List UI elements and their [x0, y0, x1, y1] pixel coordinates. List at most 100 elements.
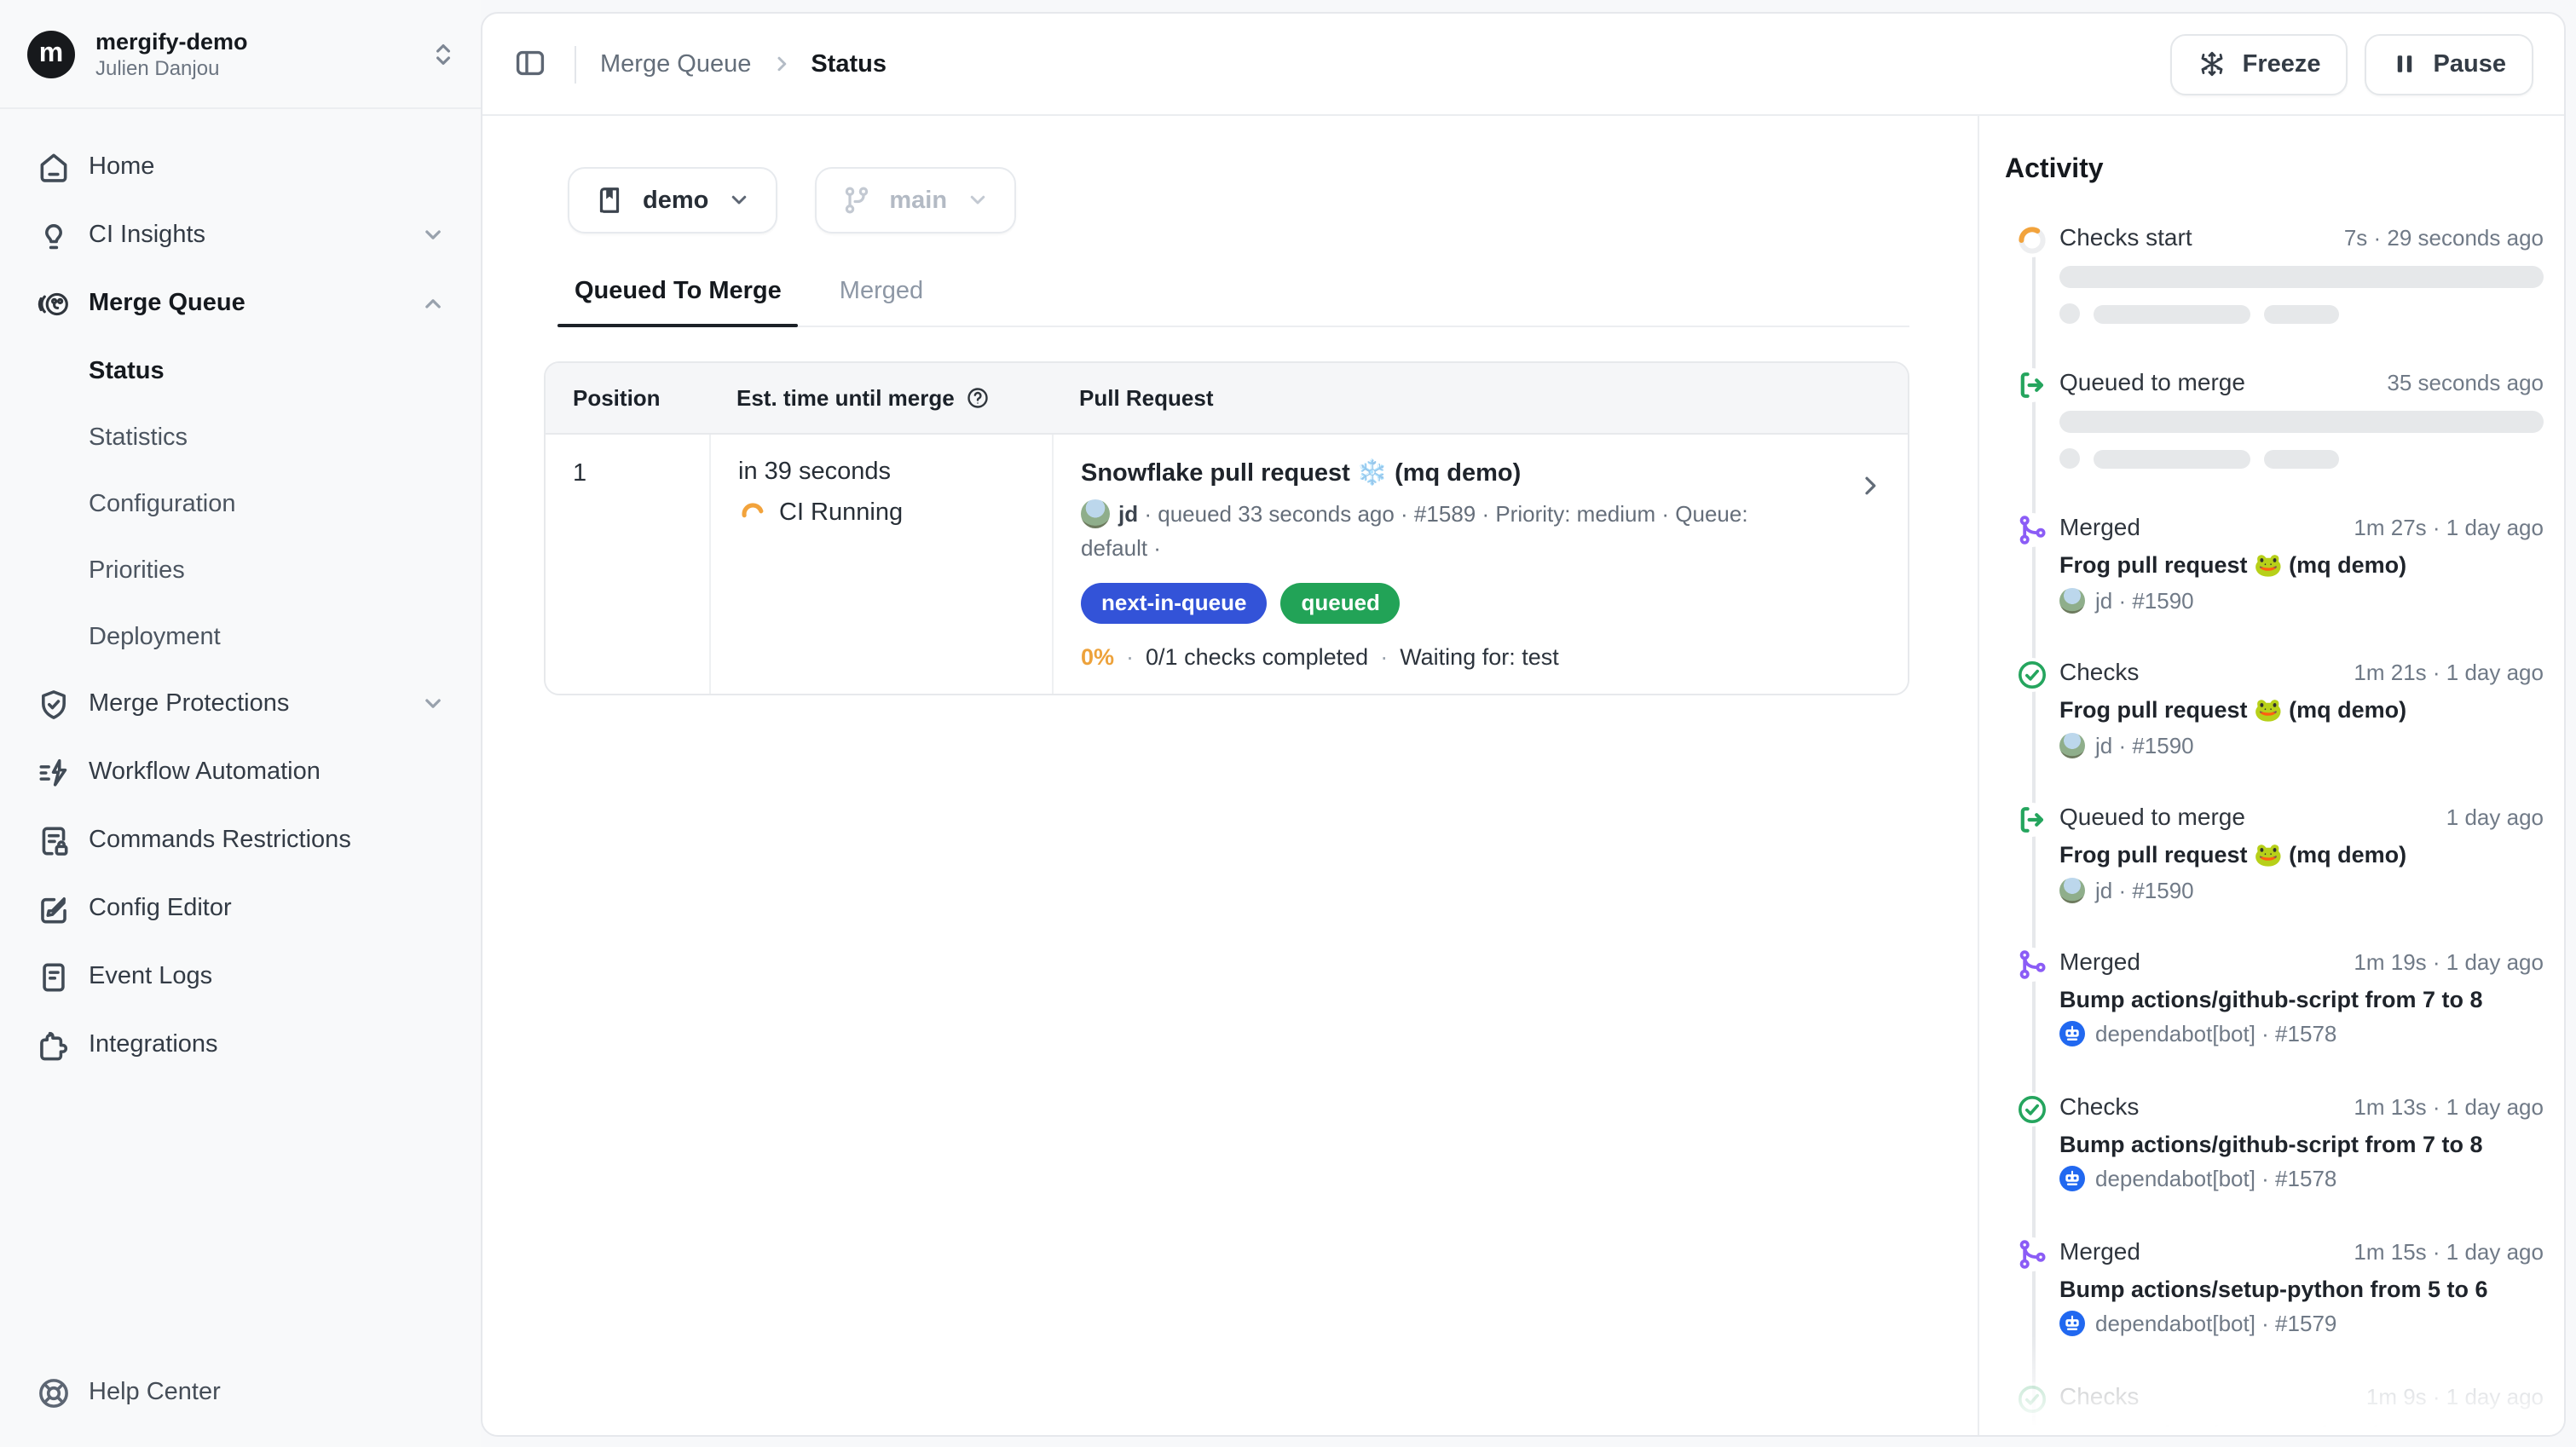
- sidebar-item-ci-insights[interactable]: CI Insights: [17, 201, 464, 269]
- pr-label-badge[interactable]: queued: [1280, 584, 1400, 625]
- sidebar-subitem-deployment[interactable]: Deployment: [17, 603, 464, 670]
- sidebar-item-label: Event Logs: [89, 963, 447, 990]
- activity-label: Checks: [2059, 658, 2139, 685]
- activity-pr-title[interactable]: Frog pull request 🐸 (mq demo): [2059, 552, 2544, 579]
- sidebar-item-config-editor[interactable]: Config Editor: [17, 874, 464, 943]
- activity-pr-title[interactable]: Bump actions/github-script from 7 to 8: [2059, 987, 2544, 1012]
- queue-row[interactable]: 1 in 39 seconds CI Running: [546, 435, 1908, 695]
- table-header: Position Est. time until merge: [546, 363, 1908, 435]
- activity-time: 1m 9s · 1 day ago: [2366, 1384, 2544, 1410]
- shield-check-icon: [34, 685, 72, 723]
- queue-icon: [2015, 368, 2049, 402]
- card-header: Merge Queue Status Freeze: [482, 14, 2564, 116]
- chevron-up-icon: [419, 290, 447, 317]
- checks-completed: 0/1 checks completed: [1146, 645, 1368, 671]
- sidebar-subitem-configuration[interactable]: Configuration: [17, 470, 464, 537]
- activity-pr-meta: dependabot[bot] · #1578: [2059, 1021, 2544, 1046]
- activity-time: 1m 13s · 1 day ago: [2354, 1094, 2544, 1120]
- org-switcher[interactable]: m mergify-demo Julien Danjou: [0, 0, 481, 109]
- queue-tabs: Queued To Merge Merged: [557, 278, 1909, 327]
- author-avatar: [2059, 588, 2085, 614]
- help-circle-icon[interactable]: [965, 385, 991, 411]
- tab-queued-to-merge[interactable]: Queued To Merge: [557, 278, 799, 326]
- sidebar-item-merge-queue[interactable]: Merge Queue: [17, 269, 464, 337]
- dependabot-icon: [2059, 1311, 2085, 1336]
- selector-icon: [430, 40, 457, 67]
- activity-item[interactable]: Queued to merge 35 seconds ago: [2005, 368, 2544, 513]
- check-icon: [2015, 658, 2049, 692]
- activity-item[interactable]: Merged 1m 27s · 1 day ago Frog pull requ…: [2005, 513, 2544, 658]
- activity-pr-title[interactable]: Bump actions/setup-python from 5 to 6: [2059, 1277, 2544, 1302]
- sidebar-item-label: Home: [89, 153, 447, 181]
- sidebar-item-commands-restrictions[interactable]: Commands Restrictions: [17, 806, 464, 874]
- pr-checks-line: 0% · 0/1 checks completed · Waiting for:…: [1081, 645, 1880, 671]
- sidebar-item-integrations[interactable]: Integrations: [17, 1011, 464, 1079]
- activity-pr-meta: dependabot[bot] · #1578: [2059, 1166, 2544, 1191]
- chevron-down-icon: [725, 187, 751, 213]
- activity-item[interactable]: Merged 1m 15s · 1 day ago Bump actions/s…: [2005, 1237, 2544, 1382]
- activity-label: Merged: [2059, 1237, 2140, 1265]
- activity-item[interactable]: Merged 1m 19s · 1 day ago Bump actions/g…: [2005, 948, 2544, 1092]
- activity-pr-meta: dependabot[bot] · #1579: [2059, 1311, 2544, 1336]
- pr-label-badge[interactable]: next-in-queue: [1081, 584, 1267, 625]
- dependabot-icon: [2059, 1166, 2085, 1191]
- sidebar-item-label: Integrations: [89, 1031, 447, 1058]
- breadcrumb-parent[interactable]: Merge Queue: [600, 50, 751, 78]
- activity-pr-title[interactable]: Bump actions/setup-python from 5 to 6: [2059, 1421, 2544, 1437]
- merge-icon: [2015, 1237, 2049, 1271]
- freeze-label: Freeze: [2243, 50, 2321, 78]
- lightbulb-icon: [34, 216, 72, 254]
- author-avatar: [1081, 499, 1110, 528]
- activity-pr-meta: jd · #1590: [2059, 878, 2544, 903]
- org-owner: Julien Danjou: [95, 55, 430, 79]
- activity-list: Checks start 7s · 29 seconds ago Queued …: [2005, 223, 2544, 1437]
- activity-pr-title[interactable]: Bump actions/github-script from 7 to 8: [2059, 1132, 2544, 1157]
- sidebar-item-merge-protections[interactable]: Merge Protections: [17, 670, 464, 738]
- repository-select[interactable]: demo: [568, 167, 777, 233]
- activity-item[interactable]: Checks 1m 13s · 1 day ago Bump actions/g…: [2005, 1092, 2544, 1237]
- mergify-logo: m: [27, 30, 75, 78]
- activity-item[interactable]: Checks 1m 21s · 1 day ago Frog pull requ…: [2005, 658, 2544, 803]
- sidebar-subitem-priorities[interactable]: Priorities: [17, 537, 464, 603]
- activity-label: Checks: [2059, 1382, 2139, 1410]
- sidebar-item-label: Commands Restrictions: [89, 827, 447, 854]
- ci-spinner-icon: [738, 498, 767, 527]
- pr-title[interactable]: Snowflake pull request ❄️ (mq demo): [1081, 458, 1880, 487]
- activity-label: Checks: [2059, 1092, 2139, 1120]
- column-est-time: Est. time until merge: [709, 385, 1052, 411]
- chevron-down-icon: [419, 222, 447, 249]
- sidebar-item-home[interactable]: Home: [17, 133, 464, 201]
- freeze-button[interactable]: Freeze: [2171, 33, 2348, 95]
- sidebar: m mergify-demo Julien Danjou Home CI Ins…: [0, 0, 481, 1447]
- sidebar-item-label: Config Editor: [89, 895, 447, 922]
- activity-label: Merged: [2059, 513, 2140, 540]
- sidebar-item-event-logs[interactable]: Event Logs: [17, 943, 464, 1011]
- activity-item[interactable]: Checks start 7s · 29 seconds ago: [2005, 223, 2544, 368]
- pause-button[interactable]: Pause: [2365, 33, 2533, 95]
- sidebar-toggle-icon[interactable]: [513, 45, 551, 83]
- sidebar-item-workflow-automation[interactable]: Workflow Automation: [17, 738, 464, 806]
- chevron-right-icon[interactable]: [1857, 472, 1884, 508]
- activity-item[interactable]: Checks 1m 9s · 1 day ago Bump actions/se…: [2005, 1382, 2544, 1437]
- activity-pr-title[interactable]: Frog pull request 🐸 (mq demo): [2059, 842, 2544, 869]
- sidebar-subitem-status[interactable]: Status: [17, 337, 464, 404]
- checks-progress: 0%: [1081, 645, 1114, 671]
- main-content: demo main: [482, 116, 1978, 1437]
- org-name: mergify-demo: [95, 28, 430, 54]
- sidebar-item-help-center[interactable]: Help Center: [17, 1358, 464, 1427]
- sidebar-subitem-statistics[interactable]: Statistics: [17, 404, 464, 470]
- activity-title: Activity: [2005, 155, 2544, 186]
- spinner-icon: [2015, 223, 2049, 257]
- branch-value: main: [889, 187, 947, 214]
- doc-lines-icon: [34, 958, 72, 995]
- sidebar-item-label: Merge Queue: [89, 290, 419, 317]
- activity-pr-title[interactable]: Frog pull request 🐸 (mq demo): [2059, 697, 2544, 724]
- activity-pr-meta: jd · #1590: [2059, 588, 2544, 614]
- waiting-for: Waiting for: test: [1400, 645, 1559, 671]
- merge-icon: [2015, 513, 2049, 547]
- activity-time: 1m 27s · 1 day ago: [2354, 515, 2544, 540]
- queue-table: Position Est. time until merge: [544, 361, 1909, 696]
- tab-merged[interactable]: Merged: [823, 278, 940, 326]
- activity-item[interactable]: Queued to merge 1 day ago Frog pull requ…: [2005, 803, 2544, 948]
- skeleton-bar: [2059, 411, 2544, 433]
